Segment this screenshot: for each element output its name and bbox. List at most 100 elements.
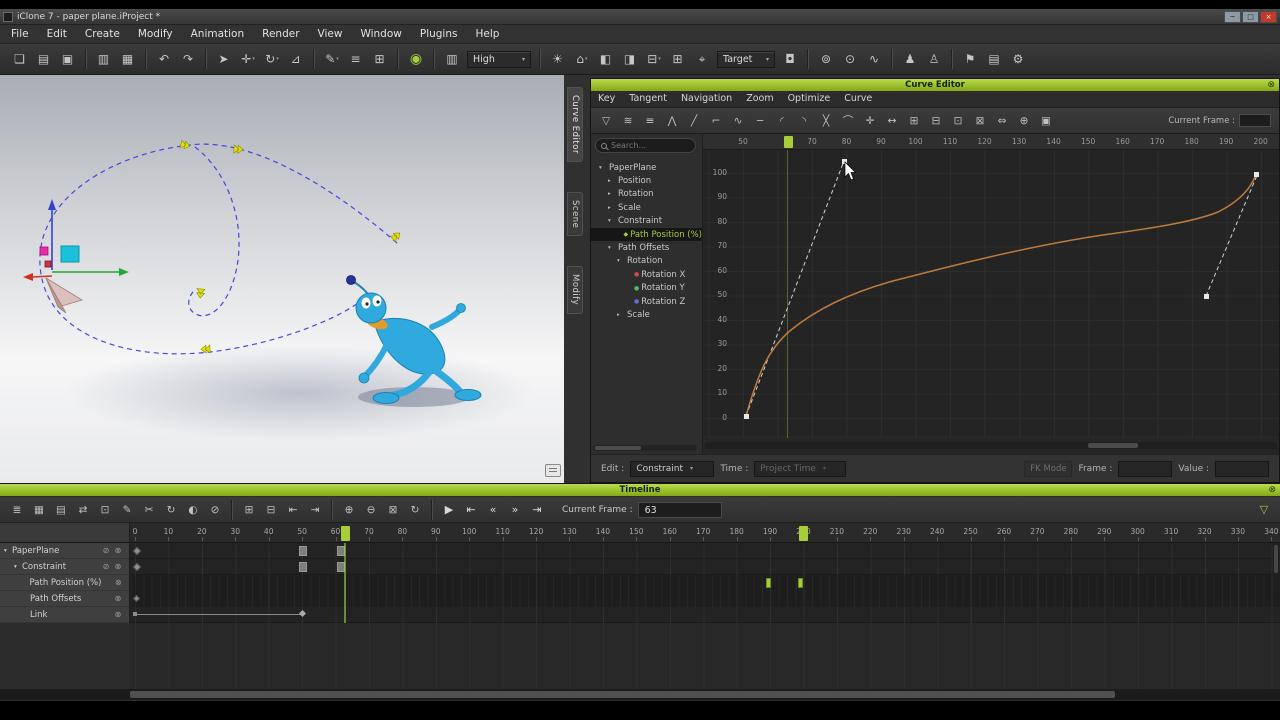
tree-item[interactable]: ▸ Scale xyxy=(591,308,702,321)
expand-arrow-icon[interactable]: ▾ xyxy=(617,258,625,264)
zoom-in-icon[interactable]: ⊕ xyxy=(338,500,360,520)
new-project-icon[interactable]: ❏ xyxy=(8,48,32,70)
timeline-ruler[interactable]: 0 10 20 30 40 50 60 70 80 90 100 110 120 130 140 150 160… xyxy=(0,523,1280,543)
stretch-keys-icon[interactable]: ↔ xyxy=(881,111,903,131)
tree-item[interactable]: ▸ Position xyxy=(591,174,702,187)
preview-camera-eye-icon[interactable]: ◉ xyxy=(404,48,428,70)
tangent-flat-icon[interactable]: ─ xyxy=(749,111,771,131)
move-keys-icon[interactable]: ✛ xyxy=(859,111,881,131)
curve-keyframe[interactable] xyxy=(744,414,749,419)
menu-item[interactable]: File xyxy=(2,25,38,43)
frame-all-icon[interactable]: ⊠ xyxy=(969,111,991,131)
fk-mode-button[interactable]: FK Mode xyxy=(1024,460,1073,477)
graph-current-frame-cursor[interactable] xyxy=(784,136,793,148)
gizmo-plane-handle[interactable] xyxy=(60,245,80,263)
align-icon[interactable]: ≡ xyxy=(344,48,368,70)
expand-arrow-icon[interactable]: ▾ xyxy=(608,218,616,224)
track-remove-icon[interactable]: ⊗ xyxy=(112,546,124,555)
tangent-linear-icon[interactable]: ╱ xyxy=(683,111,705,131)
target-icon[interactable]: ⌖ xyxy=(690,48,714,70)
loop-playback-icon[interactable]: ↻ xyxy=(404,500,426,520)
tangent-spline-icon[interactable]: ∿ xyxy=(727,111,749,131)
prev-keyframe-icon[interactable]: ⇤ xyxy=(282,500,304,520)
menu-item[interactable]: Render xyxy=(253,25,308,43)
path-position-keyframe[interactable] xyxy=(766,578,771,588)
scrollbar-thumb[interactable] xyxy=(130,691,1115,698)
curve-editor-close-icon[interactable]: ⊗ xyxy=(1267,79,1275,91)
track-expand-arrow[interactable]: ▾ xyxy=(14,564,22,570)
track-remove-icon[interactable]: ⊗ xyxy=(113,578,124,587)
timeline-track-row[interactable]: Link ⊗ xyxy=(0,607,129,623)
previous-frame-button[interactable]: « xyxy=(482,500,504,520)
create-actor-icon[interactable]: ♟ xyxy=(898,48,922,70)
maximize-button[interactable]: □ xyxy=(1242,10,1259,23)
fit-view-icon[interactable]: ⊠ xyxy=(382,500,404,520)
curve-editor-menu-item[interactable]: Zoom xyxy=(739,91,780,107)
expand-arrow-icon[interactable]: ▸ xyxy=(608,205,616,211)
collect-clip-icon[interactable]: ▤ xyxy=(50,500,72,520)
save-project-icon[interactable]: ▣ xyxy=(56,48,80,70)
layer-mode-icon[interactable]: ≡ xyxy=(639,111,661,131)
ambient-light-icon[interactable]: ☀ xyxy=(546,48,570,70)
edit-dropdown[interactable]: Constraint ▾ xyxy=(630,460,715,477)
loop-clip-icon[interactable]: ↻ xyxy=(160,500,182,520)
selection-corner-handle[interactable] xyxy=(39,246,49,256)
tangent-ease-out-icon[interactable]: ◝ xyxy=(793,111,815,131)
speed-icon[interactable]: ◐ xyxy=(182,500,204,520)
split-clip-icon[interactable]: ✂ xyxy=(138,500,160,520)
preferences-icon[interactable]: ⚙ xyxy=(1006,48,1030,70)
side-tab[interactable]: Scene xyxy=(567,191,583,237)
tree-item[interactable]: ▸ Scale xyxy=(591,201,702,214)
next-frame-button[interactable]: » xyxy=(504,500,526,520)
tree-item[interactable]: ▾ PaperPlane xyxy=(591,161,702,174)
edit-clip-icon[interactable]: ✎ xyxy=(116,500,138,520)
expand-arrow-icon[interactable]: ▸ xyxy=(617,312,625,318)
tangent-ease-in-icon[interactable]: ◜ xyxy=(771,111,793,131)
menu-item[interactable]: Edit xyxy=(38,25,76,43)
add-key-icon[interactable]: ⊞ xyxy=(903,111,925,131)
redo-icon[interactable]: ↷ xyxy=(176,48,200,70)
camera-view-top-icon[interactable]: ◧ xyxy=(594,48,618,70)
timeline-end-marker[interactable] xyxy=(799,526,808,541)
curve-editor-menu-item[interactable]: Optimize xyxy=(781,91,838,107)
zoom-range-icon[interactable]: ⊡ xyxy=(94,500,116,520)
track-list-icon[interactable]: ≣ xyxy=(6,500,28,520)
go-to-start-button[interactable]: ⇤ xyxy=(460,500,482,520)
tangent-auto-icon[interactable]: ⋀ xyxy=(661,111,683,131)
tree-item[interactable]: ▾ Constraint xyxy=(591,215,702,228)
pan-view-icon[interactable]: ⇔ xyxy=(991,111,1013,131)
curve-editor-menu-item[interactable]: Tangent xyxy=(622,91,674,107)
menu-item[interactable]: Help xyxy=(466,25,508,43)
transition-icon[interactable]: ⇄ xyxy=(72,500,94,520)
tree-item[interactable]: ● Rotation X xyxy=(591,268,702,281)
track-expand-arrow[interactable]: ▾ xyxy=(4,548,12,554)
flag-icon[interactable]: ⚑ xyxy=(958,48,982,70)
menu-item[interactable]: Modify xyxy=(129,25,182,43)
side-tab[interactable]: Modify xyxy=(567,266,583,314)
tree-item[interactable]: ◆ Path Position (%) xyxy=(591,227,702,242)
next-keyframe-icon[interactable]: ⇥ xyxy=(304,500,326,520)
add-keyframe-icon[interactable]: ⊞ xyxy=(238,500,260,520)
curve-editor-menu-item[interactable]: Key xyxy=(591,91,622,107)
track-exclude-icon[interactable]: ⊘ xyxy=(100,546,112,555)
tangent-step-icon[interactable]: ⌐ xyxy=(705,111,727,131)
timeline-grid[interactable] xyxy=(130,543,1280,623)
curve-editor-menu-item[interactable]: Curve xyxy=(837,91,879,107)
open-curve-editor-icon[interactable]: ∿ xyxy=(862,48,886,70)
tree-item[interactable]: ▸ Rotation xyxy=(591,188,702,201)
timeline-current-frame-cursor[interactable] xyxy=(341,526,350,541)
object-tracks-icon[interactable]: ▦ xyxy=(28,500,50,520)
track-exclude-icon[interactable]: ⊘ xyxy=(100,562,112,571)
home-view-icon[interactable]: ⌂ ▾ xyxy=(570,48,594,70)
move-tool-icon[interactable]: ✛ ▾ xyxy=(236,48,260,70)
stack-mode-icon[interactable]: ≋ xyxy=(617,111,639,131)
undo-icon[interactable]: ↶ xyxy=(152,48,176,70)
timeline-track-row[interactable]: Path Offsets ⊗ xyxy=(0,591,129,607)
timeline-track-row[interactable]: ▾ PaperPlane ⊘ ⊗ xyxy=(0,543,129,559)
select-tool-icon[interactable]: ➤ xyxy=(212,48,236,70)
tree-item[interactable]: ● Rotation Z xyxy=(591,295,702,308)
scene-manager-icon[interactable]: ▥ xyxy=(92,48,116,70)
scale-tool-icon[interactable]: ⊿ xyxy=(284,48,308,70)
expand-arrow-icon[interactable]: ▸ xyxy=(608,191,616,197)
target-dropdown[interactable]: Target ▾ xyxy=(717,50,775,68)
